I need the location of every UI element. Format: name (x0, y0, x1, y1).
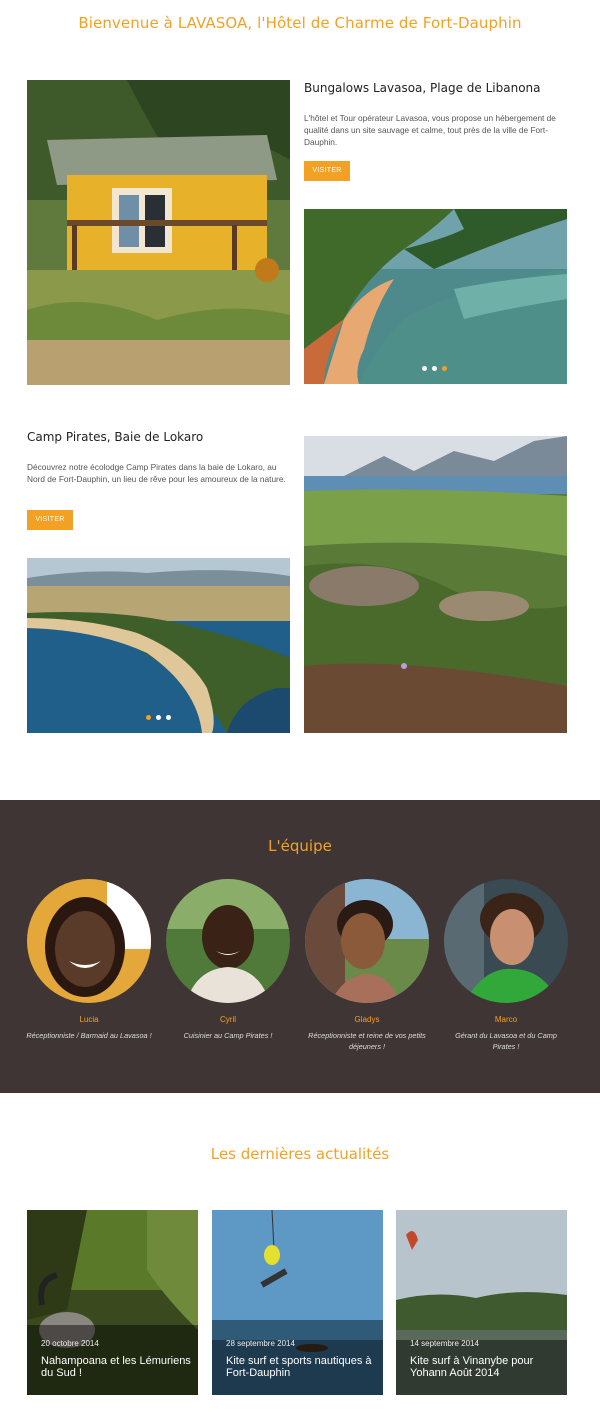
camp-pirates-landscape-photo (304, 436, 567, 733)
avatar (444, 879, 568, 1003)
news-card[interactable]: 14 septembre 2014 Kite surf à Vinanybe p… (396, 1210, 567, 1395)
member-name: Lucia (79, 1015, 99, 1024)
member-name: Gladys (354, 1015, 380, 1024)
member-role: Cuisinier au Camp Pirates ! (183, 1031, 273, 1040)
news-card[interactable]: 20 octobre 2014 Nahampoana et les Lémuri… (27, 1210, 198, 1395)
lokaro-bay-carousel[interactable] (27, 558, 290, 733)
news-card[interactable]: 28 septembre 2014 Kite surf et sports na… (212, 1210, 383, 1395)
page-title: Bienvenue à LAVASOA, l'Hôtel de Charme d… (78, 14, 522, 32)
team-title: L'équipe (268, 837, 332, 855)
carousel-dot[interactable] (422, 366, 427, 371)
carousel-dot-active[interactable] (442, 366, 447, 371)
news-headline[interactable]: Kite surf à Vinanybe pour Yohann Août 20… (410, 1355, 560, 1379)
team-member-card: Cyril Cuisinier au Camp Pirates ! (165, 879, 291, 1041)
avatar (27, 879, 151, 1003)
news-title: Les dernières actualités (210, 1145, 390, 1163)
carousel-dot-active[interactable] (146, 715, 151, 720)
beach-carousel[interactable] (304, 209, 567, 384)
team-member-card: Lucia Réceptionniste / Barmaid au Lavaso… (26, 879, 152, 1041)
news-headline[interactable]: Kite surf et sports nautiques à Fort-Dau… (226, 1355, 376, 1379)
lokaro-carousel-dots[interactable] (146, 715, 171, 720)
news-headline[interactable]: Nahampoana et les Lémuriens du Sud ! (41, 1355, 191, 1379)
member-role: Réceptionniste et reine de vos petits dé… (308, 1031, 426, 1051)
team-section: L'équipe Lucia Réceptionniste / Barmaid … (0, 800, 600, 1093)
carousel-dot[interactable] (166, 715, 171, 720)
carousel-dot[interactable] (156, 715, 161, 720)
property-title-lavasoa: Bungalows Lavasoa, Plage de Libanona (304, 81, 541, 95)
team-member-card: Gladys Réceptionniste et reine de vos pe… (304, 879, 430, 1052)
news-date: 28 septembre 2014 (226, 1339, 295, 1348)
property-description-lavasoa: L'hôtel et Tour opérateur Lavasoa, vous … (304, 113, 556, 147)
avatar (305, 879, 429, 1003)
member-name: Marco (494, 1015, 518, 1024)
property-title-camp-pirates: Camp Pirates, Baie de Lokaro (27, 430, 204, 444)
beach-carousel-dots[interactable] (422, 366, 447, 371)
bungalow-photo (27, 80, 290, 385)
visit-button-lavasoa[interactable]: VISITER (304, 161, 350, 181)
member-role: Gérant du Lavasoa et du Camp Pirates ! (455, 1031, 557, 1051)
member-role: Réceptionniste / Barmaid au Lavasoa ! (26, 1031, 152, 1040)
news-date: 20 octobre 2014 (41, 1339, 99, 1348)
member-name: Cyril (220, 1015, 236, 1024)
visit-button-camp-pirates[interactable]: VISITER (27, 510, 73, 530)
avatar (166, 879, 290, 1003)
news-date: 14 septembre 2014 (410, 1339, 479, 1348)
property-description-camp-pirates: Découvrez notre écolodge Camp Pirates da… (27, 462, 286, 484)
team-member-card: Marco Gérant du Lavasoa et du Camp Pirat… (443, 879, 569, 1052)
carousel-dot[interactable] (432, 366, 437, 371)
